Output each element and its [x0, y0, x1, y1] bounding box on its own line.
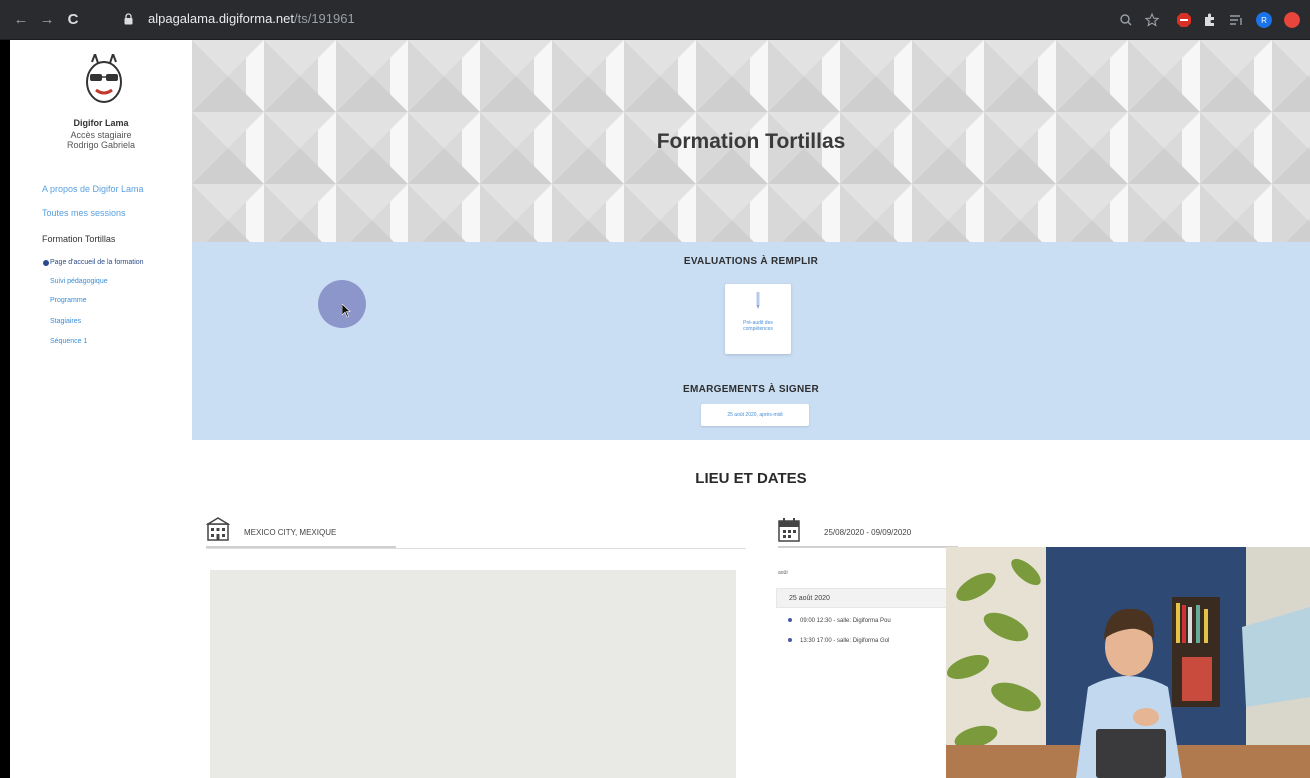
reload-icon[interactable]: C	[64, 11, 82, 29]
time-slot-label: 13:30 17:00 - salle: Digiforma Gol	[800, 638, 890, 644]
sidebar-current-course[interactable]: Formation Tortillas	[42, 234, 115, 244]
evaluation-card[interactable]: Pré-audit des compétences	[725, 284, 791, 354]
sidebar-item-home[interactable]: Page d'accueil de la formation	[50, 259, 144, 266]
webcam-overlay	[946, 547, 1310, 778]
puzzle-icon[interactable]	[1202, 12, 1218, 28]
month-label: août	[778, 570, 788, 576]
forward-icon[interactable]: →	[38, 11, 56, 29]
svg-text:R: R	[1261, 16, 1267, 25]
day-row: 25 août 2020	[776, 588, 960, 608]
day-label: 25 août 2020	[789, 595, 830, 602]
time-slot-label: 09:00 12:30 - salle: Digiforma Pou	[800, 618, 891, 624]
sidebar: Digifor Lama Accès stagiaire Rodrigo Gab…	[10, 40, 192, 778]
bullet-icon	[788, 638, 792, 643]
sidebar-item-sequence[interactable]: Séquence 1	[50, 338, 87, 345]
lieu-heading: LIEU ET DATES	[695, 470, 807, 487]
browser-toolbar: ← → C alpagalama.digiforma.net/ts/191961…	[0, 0, 1310, 40]
location-header: MEXICO CITY, MEXIQUE	[206, 512, 396, 548]
url-path: /ts/191961	[293, 11, 355, 26]
pencil-icon	[756, 292, 760, 309]
sidebar-item-programme[interactable]: Programme	[50, 297, 87, 304]
media-icon[interactable]	[1228, 12, 1244, 28]
map[interactable]	[210, 570, 736, 778]
star-icon[interactable]	[1144, 12, 1160, 28]
sidebar-item-stagiaires[interactable]: Stagiaires	[50, 318, 81, 325]
calendar-icon	[778, 518, 800, 542]
sidebar-link-about[interactable]: A propos de Digifor Lama	[42, 184, 144, 194]
building-icon	[206, 517, 230, 541]
actions-section: EVALUATIONS À REMPLIR Pré-audit des comp…	[192, 242, 1310, 440]
dates-header: 25/08/2020 - 09/09/2020	[778, 512, 958, 548]
url-host: alpagalama.digiforma.net	[148, 11, 294, 26]
sign-attendance-button[interactable]: 25 août 2020, après-midi	[701, 404, 809, 426]
signatures-heading: EMARGEMENTS À SIGNER	[682, 384, 819, 395]
back-icon[interactable]: ←	[12, 11, 30, 29]
llama-logo	[86, 54, 122, 103]
org-name: Digifor Lama	[73, 118, 129, 128]
active-item-dot	[43, 260, 49, 266]
sidebar-item-suivi[interactable]: Suivi pédagogique	[50, 278, 108, 285]
search-icon[interactable]	[1118, 12, 1134, 28]
time-slot: 13:30 17:00 - salle: Digiforma Gol	[788, 638, 889, 644]
lock-icon	[124, 13, 133, 25]
bullet-icon	[788, 618, 792, 623]
cursor-icon	[342, 304, 351, 318]
page-title: Formation Tortillas	[656, 130, 846, 153]
user-name: Rodrigo Gabriela	[66, 140, 136, 150]
divider	[206, 548, 746, 549]
evaluation-card-label: Pré-audit des compétences	[743, 320, 773, 332]
menu-icon[interactable]	[1284, 12, 1300, 28]
screen: ← → C alpagalama.digiforma.net/ts/191961…	[0, 0, 1310, 778]
access-label: Accès stagiaire	[70, 130, 132, 140]
hero-banner: Formation Tortillas	[192, 40, 1310, 242]
url-text: alpagalama.digiforma.net/ts/191961	[148, 11, 355, 26]
window-edge	[0, 40, 10, 778]
sidebar-link-sessions[interactable]: Toutes mes sessions	[42, 208, 126, 218]
webcam-video	[946, 547, 1310, 778]
time-slot: 09:00 12:30 - salle: Digiforma Pou	[788, 618, 891, 624]
adblock-icon[interactable]	[1176, 12, 1192, 28]
profile-icon[interactable]: R	[1256, 12, 1272, 28]
date-range: 25/08/2020 - 09/09/2020	[824, 528, 912, 537]
location-label: MEXICO CITY, MEXIQUE	[244, 528, 337, 537]
evaluations-heading: EVALUATIONS À REMPLIR	[683, 256, 819, 267]
